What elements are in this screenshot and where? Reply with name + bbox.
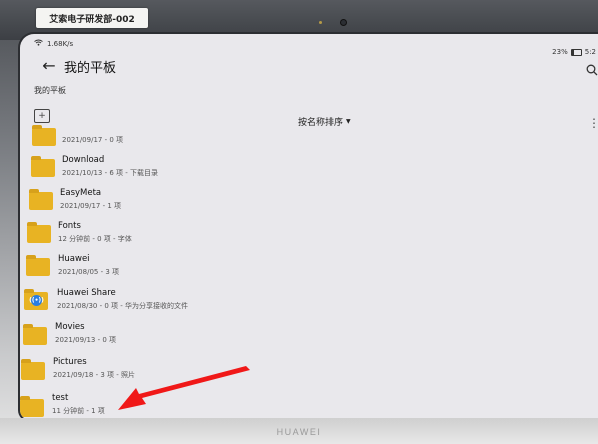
- share-icon: ((•)): [29, 295, 44, 306]
- arrow-left-icon: ←: [42, 55, 56, 75]
- brand-logo: HUAWEI: [276, 427, 322, 437]
- file-meta: 2021/08/05 - 3 项: [58, 268, 120, 276]
- search-icon: [586, 64, 598, 76]
- folder-icon: [21, 359, 45, 380]
- page-title: 我的平板: [64, 61, 117, 76]
- battery-percent: 23%: [552, 48, 568, 56]
- folder-icon: [32, 125, 56, 146]
- file-name: EasyMeta: [60, 188, 102, 198]
- list-item[interactable]: Movies 2021/09/13 - 0 项: [20, 319, 598, 352]
- asset-sticker: 艾索电子研发部-002: [36, 8, 148, 28]
- folder-icon: [31, 156, 55, 177]
- folder-icon: [26, 255, 50, 276]
- file-name: Movies: [55, 322, 85, 332]
- file-name: Huawei: [58, 254, 90, 264]
- file-meta: 11 分钟前 - 1 项: [52, 407, 105, 415]
- back-button[interactable]: ←: [40, 55, 58, 75]
- new-folder-button[interactable]: +: [34, 109, 50, 123]
- file-meta: 2021/09/17 - 1 项: [60, 202, 122, 210]
- file-name: Fonts: [58, 221, 81, 231]
- file-name: Download: [62, 155, 105, 165]
- clock: 5:2: [584, 48, 596, 56]
- file-meta: 2021/10/13 - 6 项 - 下载目录: [62, 169, 158, 177]
- file-name: Huawei Share: [57, 288, 116, 298]
- list-item[interactable]: Fonts 12 分钟前 - 0 项 - 字体: [20, 218, 598, 251]
- list-item[interactable]: Pictures 2021/09/18 - 3 项 - 照片: [20, 354, 598, 387]
- network-speed: 1.68K/s: [47, 39, 74, 48]
- folder-icon: [23, 324, 47, 345]
- file-name: test: [52, 393, 69, 403]
- folder-icon: [20, 396, 44, 417]
- list-item[interactable]: test 11 分钟前 - 1 项: [20, 389, 598, 420]
- file-meta: 12 分钟前 - 0 项 - 字体: [58, 235, 132, 243]
- list-item[interactable]: ((•)) Huawei Share 2021/08/30 - 0 项 - 华为…: [20, 285, 598, 318]
- search-button[interactable]: [586, 64, 598, 80]
- folder-icon: [29, 189, 53, 210]
- file-meta: 2021/09/18 - 3 项 - 照片: [53, 371, 135, 379]
- battery-icon: [570, 48, 582, 56]
- list-item[interactable]: Huawei 2021/08/05 - 3 项: [20, 251, 598, 284]
- new-folder-icon: +: [38, 110, 46, 121]
- front-camera: [341, 20, 346, 25]
- file-meta: 2021/09/13 - 0 项: [55, 336, 117, 344]
- file-meta: 2021/08/30 - 0 项 - 华为分享接收的文件: [57, 302, 188, 310]
- tablet-screen: 1.68K/s 23% 5:2 ← 我的平板 我的平板 + 按名称排序 ▼ ⋮ …: [20, 34, 598, 420]
- folder-icon: ((•)): [24, 289, 48, 310]
- status-bar-right: 23% 5:2: [552, 48, 596, 56]
- sensor-dot: [319, 21, 322, 24]
- file-name: Pictures: [53, 357, 87, 367]
- list-item[interactable]: EasyMeta 2021/09/17 - 1 项: [20, 185, 598, 218]
- file-meta: 2021/09/17 - 0 项: [62, 136, 124, 144]
- list-item[interactable]: Download 2021/10/13 - 6 项 - 下载目录: [20, 152, 598, 185]
- wifi-icon: [34, 39, 43, 48]
- breadcrumb[interactable]: 我的平板: [34, 85, 66, 96]
- list-item[interactable]: 2021/09/17 - 0 项: [20, 122, 598, 155]
- status-bar-left: 1.68K/s: [34, 39, 73, 48]
- folder-icon: [27, 222, 51, 243]
